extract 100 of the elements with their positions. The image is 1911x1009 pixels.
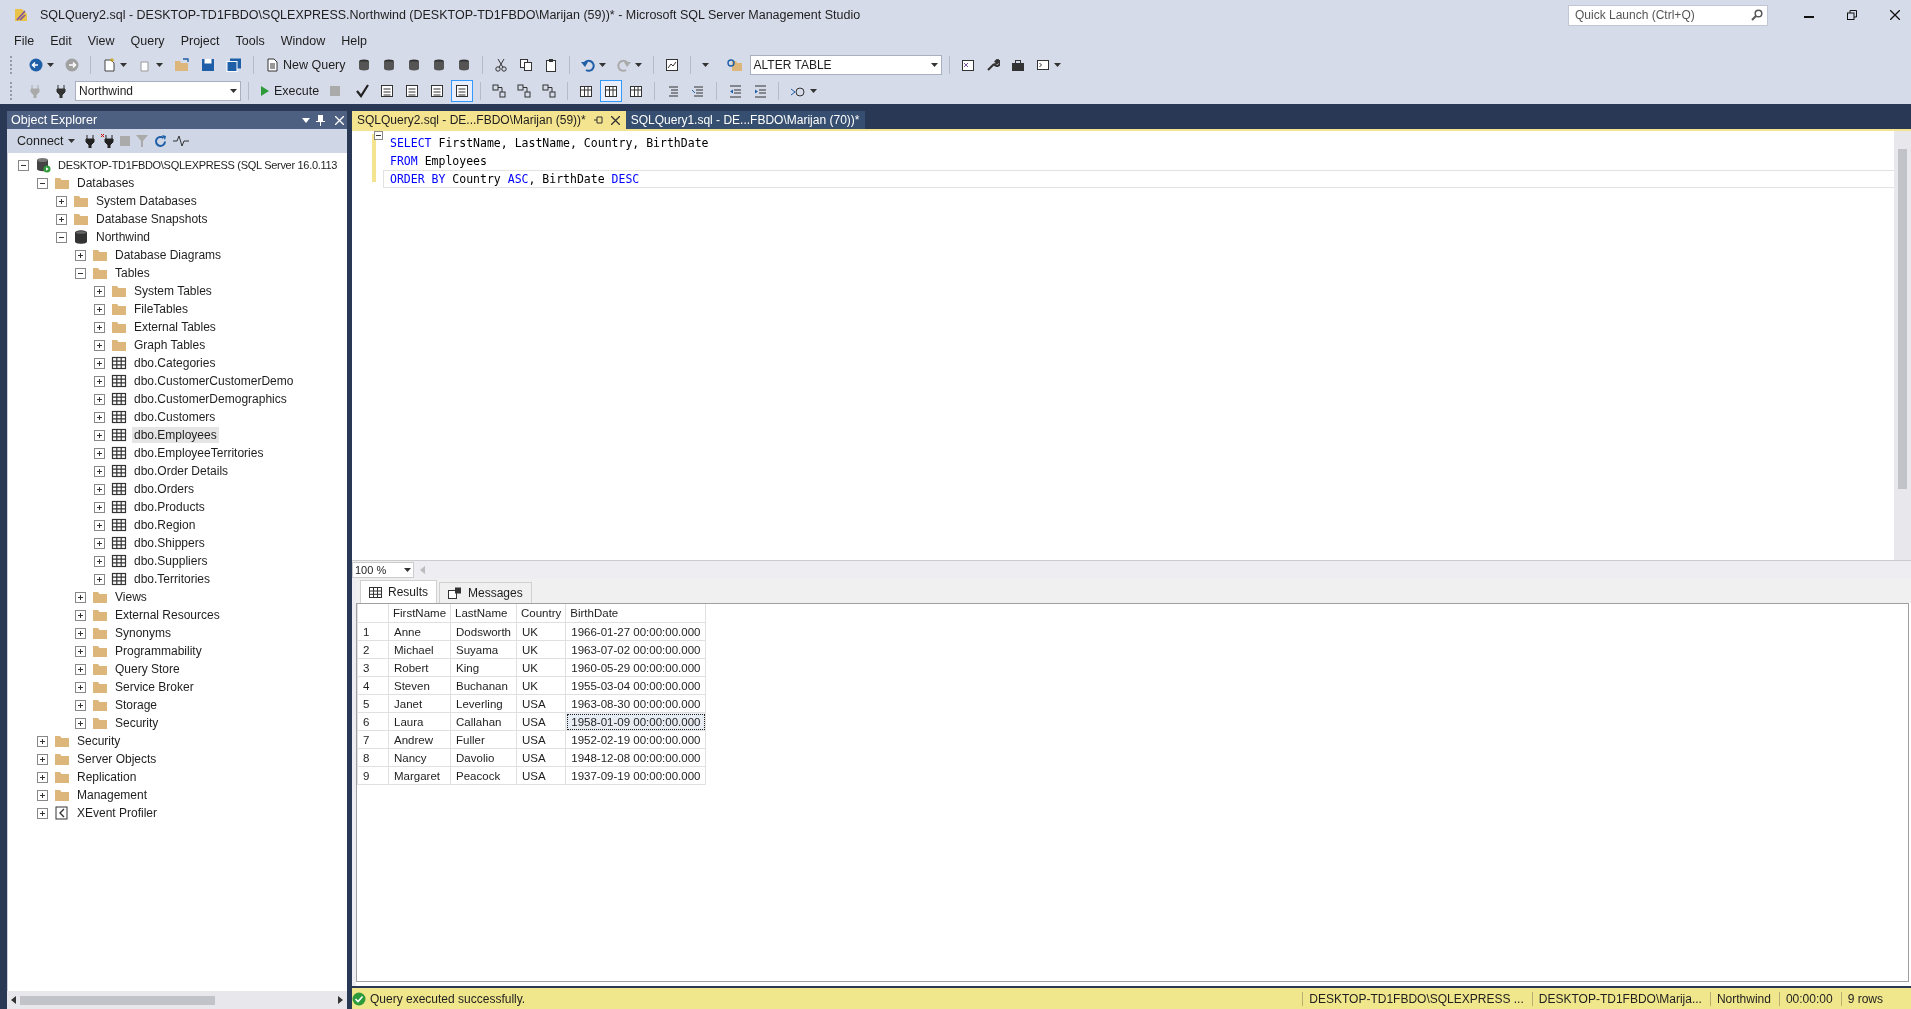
expand-toggle[interactable] (94, 465, 105, 477)
results-tab[interactable]: Results (360, 580, 437, 603)
database-combo[interactable]: Northwind (75, 81, 241, 101)
tree-item[interactable]: dbo.Region (132, 517, 198, 533)
tree-item[interactable]: dbo.Suppliers (132, 553, 210, 569)
expand-toggle[interactable] (94, 573, 105, 585)
tree-item[interactable]: XEvent Profiler (75, 805, 160, 821)
expand-toggle[interactable] (94, 555, 105, 567)
tree-item[interactable]: dbo.Customers (132, 409, 218, 425)
tree-item[interactable]: Replication (75, 769, 139, 785)
expand-toggle[interactable] (56, 195, 67, 207)
tree-item[interactable]: Programmability (113, 643, 204, 659)
expand-toggle[interactable] (94, 339, 105, 351)
expand-toggle[interactable] (75, 627, 86, 639)
collapse-toggle[interactable] (56, 231, 67, 243)
zoom-combo[interactable]: 100 % (352, 562, 414, 578)
tree-item[interactable]: dbo.CustomerCustomerDemo (132, 373, 296, 389)
expand-toggle[interactable] (94, 411, 105, 423)
expand-toggle[interactable] (94, 501, 105, 513)
menu-item[interactable]: Help (333, 34, 375, 48)
document-tab[interactable]: SQLQuery2.sql - DE...FBDO\Marijan (59))* (352, 111, 626, 129)
tree-item[interactable]: dbo.Employees (132, 427, 219, 443)
menu-item[interactable]: Window (272, 34, 334, 48)
expand-toggle[interactable] (94, 537, 105, 549)
tree-item[interactable]: Databases (75, 175, 137, 191)
expand-toggle[interactable] (94, 519, 105, 531)
collapse-toggle[interactable] (75, 267, 86, 279)
expand-toggle[interactable] (94, 447, 105, 459)
scissors-icon (493, 58, 508, 72)
tree-item[interactable]: dbo.CustomerDemographics (132, 391, 289, 407)
expand-toggle[interactable] (75, 591, 86, 603)
results-tab[interactable]: Messages (439, 582, 532, 603)
expand-toggle[interactable] (75, 717, 86, 729)
expand-toggle[interactable] (75, 645, 86, 657)
tree-item[interactable]: dbo.Territories (132, 571, 213, 587)
expand-toggle[interactable] (75, 609, 86, 621)
menu-item[interactable]: Project (172, 34, 228, 48)
expand-toggle[interactable] (75, 663, 86, 675)
find-combo[interactable]: ALTER TABLE (749, 55, 942, 75)
expand-toggle[interactable] (94, 321, 105, 333)
expand-toggle[interactable] (94, 483, 105, 495)
tree-item[interactable]: System Databases (94, 193, 199, 209)
tree-item[interactable]: Views (113, 589, 149, 605)
quick-launch-field[interactable]: Quick Launch (Ctrl+Q) (1568, 4, 1768, 26)
expand-toggle[interactable] (37, 735, 48, 747)
tree-item[interactable]: Security (113, 715, 161, 731)
tree-item[interactable]: Tables (113, 265, 152, 281)
tree-item[interactable]: System Tables (132, 283, 214, 299)
tree-item[interactable]: Database Snapshots (94, 211, 210, 227)
tree-item[interactable]: Query Store (113, 661, 182, 677)
tree-item[interactable]: dbo.Order Details (132, 463, 231, 479)
expand-toggle[interactable] (94, 357, 105, 369)
connect-dropdown-button[interactable]: Connect (13, 130, 79, 152)
tree-item[interactable]: FileTables (132, 301, 191, 317)
tree-item[interactable]: dbo.Shippers (132, 535, 207, 551)
expand-toggle[interactable] (37, 789, 48, 801)
tree-item[interactable]: DESKTOP-TD1FBDO\SQLEXPRESS (SQL Server 16.0.113 (56, 158, 340, 172)
expand-toggle[interactable] (37, 771, 48, 783)
expand-toggle[interactable] (56, 213, 67, 225)
redo-icon (616, 58, 631, 72)
menu-item[interactable]: Edit (42, 34, 80, 48)
collapse-toggle[interactable] (37, 177, 48, 189)
tree-item[interactable]: dbo.Orders (132, 481, 197, 497)
expand-toggle[interactable] (75, 249, 86, 261)
folder-icon (111, 283, 127, 299)
tree-item[interactable]: Northwind (94, 229, 153, 245)
menu-item[interactable]: Tools (227, 34, 273, 48)
tree-item[interactable]: Service Broker (113, 679, 196, 695)
expand-toggle[interactable] (37, 807, 48, 819)
execute-button[interactable]: Execute (256, 80, 324, 102)
menu-item[interactable]: View (79, 34, 123, 48)
query-option-button[interactable] (451, 80, 474, 102)
tree-item[interactable]: Synonyms (113, 625, 174, 641)
menu-item[interactable]: File (6, 34, 43, 48)
expand-toggle[interactable] (94, 393, 105, 405)
expand-toggle[interactable] (94, 303, 105, 315)
tree-item[interactable]: Server Objects (75, 751, 159, 767)
tree-item[interactable]: dbo.Products (132, 499, 207, 515)
table-cell: 1952-02-19 00:00:00.000 (565, 730, 706, 749)
tree-item[interactable]: Database Diagrams (113, 247, 224, 263)
document-tab[interactable]: SQLQuery1.sql - DE...FBDO\Marijan (70))* (625, 111, 866, 129)
results-mode-button[interactable] (600, 80, 623, 102)
tree-item[interactable]: Management (75, 787, 150, 803)
expand-toggle[interactable] (94, 285, 105, 297)
new-query-button[interactable]: New Query (261, 54, 350, 76)
tree-item[interactable]: External Tables (132, 319, 218, 335)
expand-toggle[interactable] (75, 681, 86, 693)
menu-item[interactable]: Query (122, 34, 173, 48)
expand-toggle[interactable] (75, 699, 86, 711)
collapse-toggle[interactable] (18, 159, 29, 171)
tree-item[interactable]: External Resources (113, 607, 222, 623)
tree-item[interactable]: dbo.EmployeeTerritories (132, 445, 266, 461)
tree-item[interactable]: dbo.Categories (132, 355, 218, 371)
tree-item[interactable]: Storage (113, 697, 160, 713)
table-cell: 1937-09-19 00:00:00.000 (565, 766, 706, 785)
tree-item[interactable]: Graph Tables (132, 337, 208, 353)
expand-toggle[interactable] (37, 753, 48, 765)
expand-toggle[interactable] (94, 375, 105, 387)
tree-item[interactable]: Security (75, 733, 123, 749)
expand-toggle[interactable] (94, 429, 105, 441)
